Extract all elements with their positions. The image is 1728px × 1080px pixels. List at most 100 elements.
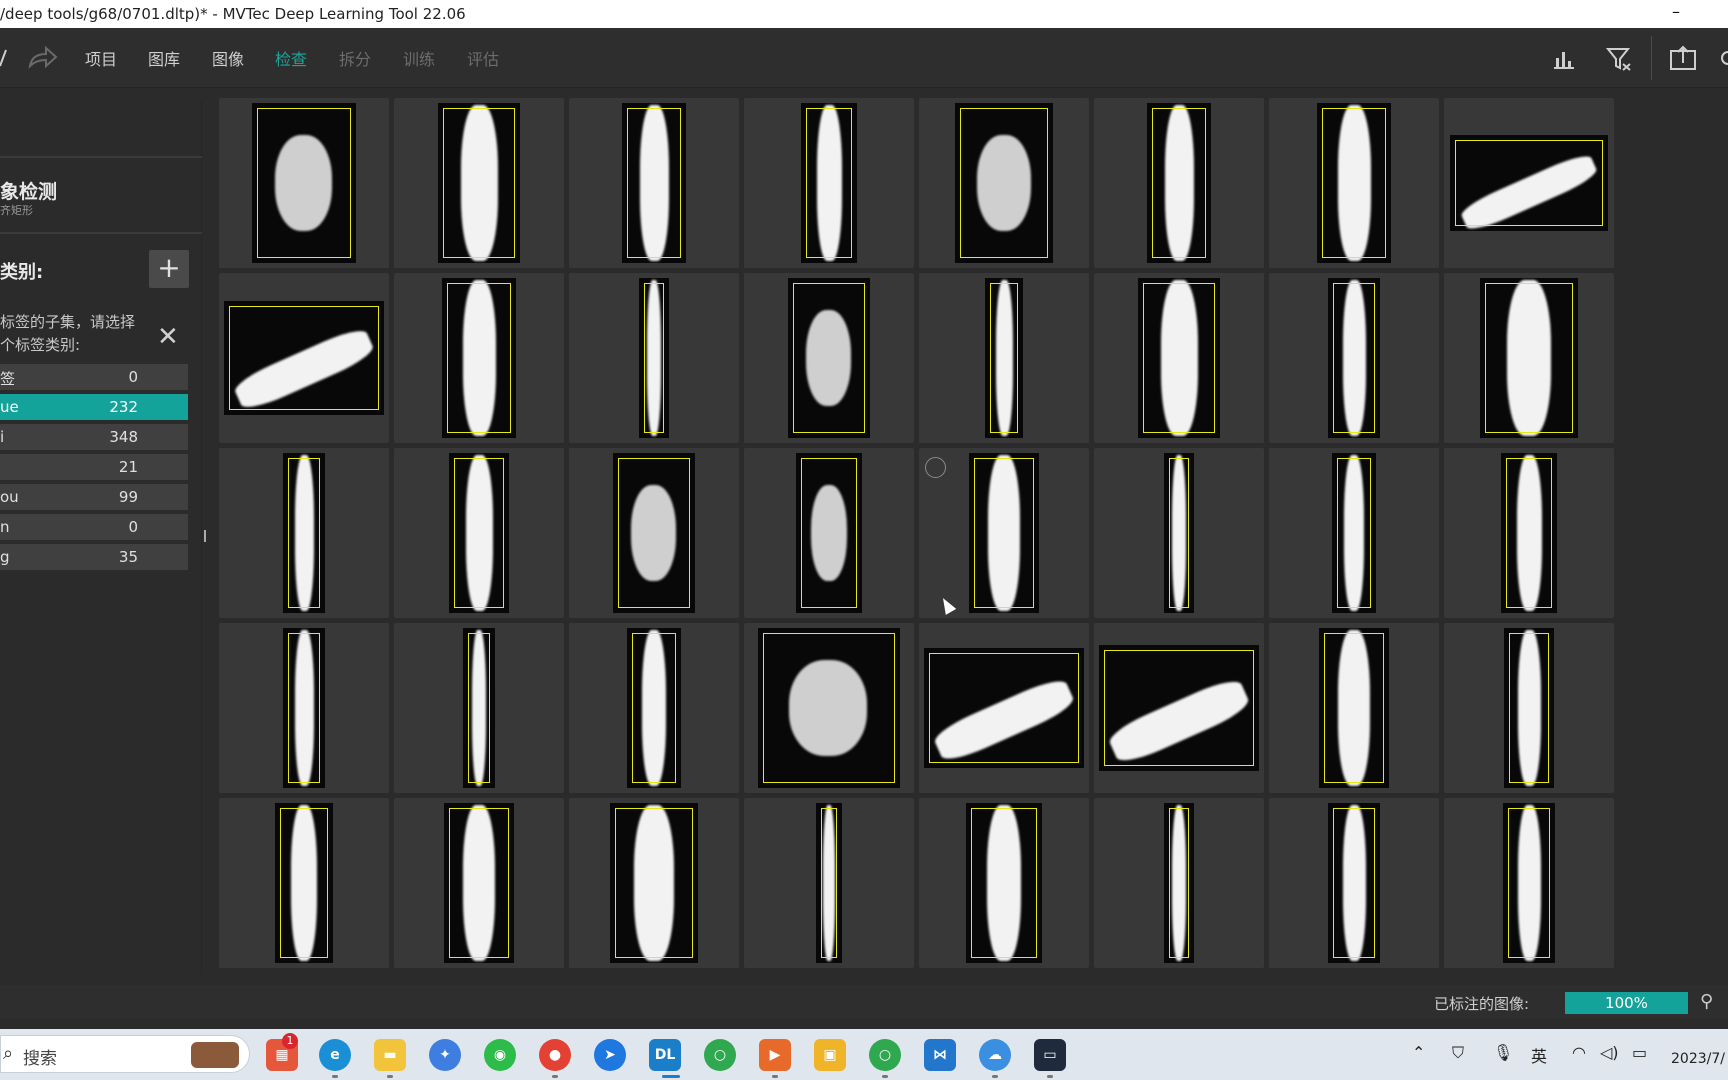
image-thumbnail-cell[interactable] bbox=[394, 448, 564, 618]
image-thumbnail-cell[interactable] bbox=[1094, 273, 1264, 443]
bounding-box bbox=[806, 108, 852, 258]
image-thumbnail-cell[interactable] bbox=[744, 623, 914, 793]
app-hub-icon[interactable]: ✦ bbox=[429, 1039, 461, 1071]
folder-app-icon[interactable]: ▣ bbox=[814, 1039, 846, 1071]
image-thumbnail-cell[interactable] bbox=[569, 98, 739, 268]
image-thumbnail-cell[interactable] bbox=[394, 798, 564, 968]
minimize-button[interactable]: – bbox=[1672, 2, 1680, 21]
image-thumbnail-cell[interactable] bbox=[1444, 273, 1614, 443]
image-thumbnail-cell[interactable] bbox=[1269, 273, 1439, 443]
cloud-app-icon[interactable]: ☁ bbox=[979, 1039, 1011, 1071]
statistics-icon[interactable] bbox=[1553, 48, 1575, 70]
loading-app-icon[interactable]: ○ bbox=[704, 1039, 736, 1071]
edge-browser-icon[interactable]: e bbox=[319, 1039, 351, 1071]
sidebar-separator bbox=[0, 156, 202, 158]
image-thumbnail-cell[interactable] bbox=[919, 623, 1089, 793]
image-thumbnail-cell[interactable] bbox=[219, 273, 389, 443]
tab-inspect[interactable]: 检查 bbox=[275, 46, 307, 70]
class-row[interactable]: 21 bbox=[0, 454, 188, 480]
image-thumbnail-cell[interactable] bbox=[1269, 623, 1439, 793]
image-thumbnail bbox=[1480, 278, 1578, 438]
image-thumbnail bbox=[1147, 103, 1211, 263]
tab-split[interactable]: 拆分 bbox=[339, 46, 371, 70]
image-thumbnail-cell[interactable] bbox=[1269, 448, 1439, 618]
tab-gallery[interactable]: 图库 bbox=[148, 46, 180, 70]
image-thumbnail-cell[interactable] bbox=[219, 798, 389, 968]
image-thumbnail-cell[interactable] bbox=[1094, 798, 1264, 968]
image-thumbnail-cell[interactable] bbox=[1444, 798, 1614, 968]
image-thumbnail-cell[interactable] bbox=[1444, 448, 1614, 618]
image-thumbnail-cell[interactable] bbox=[394, 273, 564, 443]
more-icon[interactable] bbox=[1720, 50, 1728, 70]
method-subtitle: 齐矩形 bbox=[0, 204, 33, 217]
image-thumbnail-cell[interactable] bbox=[219, 448, 389, 618]
image-thumbnail bbox=[283, 628, 325, 788]
image-thumbnail-cell[interactable] bbox=[1094, 623, 1264, 793]
loading-app-icon-2[interactable]: ○ bbox=[869, 1039, 901, 1071]
class-row[interactable]: g 35 bbox=[0, 544, 188, 570]
image-thumbnail-cell[interactable] bbox=[744, 98, 914, 268]
image-thumbnail-cell[interactable] bbox=[1444, 98, 1614, 268]
export-icon[interactable] bbox=[1669, 45, 1697, 71]
taskbar-search[interactable]: ⌕ 搜索 bbox=[0, 1035, 250, 1073]
image-thumbnail-cell[interactable] bbox=[219, 623, 389, 793]
image-thumbnail-cell[interactable] bbox=[919, 798, 1089, 968]
vscode-icon[interactable]: ⋈ bbox=[924, 1039, 956, 1071]
image-thumbnail-cell[interactable] bbox=[569, 623, 739, 793]
tab-image[interactable]: 图像 bbox=[212, 46, 244, 70]
dingtalk-icon[interactable]: ➤ bbox=[594, 1039, 626, 1071]
panel-splitter[interactable] bbox=[204, 530, 206, 542]
os-taskbar: ⌕ 搜索 ▦ 1 e ▬ ✦ ◉ ● ➤ DL ○ ▶ ▣ ○ ⋈ ☁ ▭ ⌃ … bbox=[0, 1029, 1728, 1080]
image-thumbnail-cell[interactable] bbox=[744, 448, 914, 618]
image-thumbnail-cell[interactable] bbox=[919, 448, 1089, 618]
wechat-icon[interactable]: ◉ bbox=[484, 1039, 516, 1071]
image-thumbnail bbox=[1138, 278, 1220, 438]
class-row[interactable]: n0 bbox=[0, 514, 188, 540]
file-explorer-icon[interactable]: ▬ bbox=[374, 1039, 406, 1071]
tab-evaluate[interactable]: 评估 bbox=[467, 46, 499, 70]
ime-indicator[interactable]: 英 bbox=[1531, 1043, 1547, 1067]
deep-learning-tool-icon[interactable]: DL bbox=[649, 1039, 681, 1071]
image-thumbnail-cell[interactable] bbox=[1094, 98, 1264, 268]
camera-app-icon[interactable]: ▭ bbox=[1034, 1039, 1066, 1071]
bounding-box bbox=[1169, 458, 1189, 608]
tab-project[interactable]: 项目 bbox=[85, 46, 117, 70]
class-row[interactable]: ou 99 bbox=[0, 484, 188, 510]
filter-icon[interactable] bbox=[1606, 46, 1632, 72]
image-thumbnail-cell[interactable] bbox=[569, 448, 739, 618]
chevron-up-icon[interactable]: ⌃ bbox=[1412, 1043, 1425, 1062]
notification-icon[interactable]: ⚲ bbox=[1700, 991, 1713, 1012]
chrome-icon[interactable]: ● bbox=[539, 1039, 571, 1071]
wifi-icon[interactable]: ◠ bbox=[1572, 1043, 1586, 1062]
image-thumbnail-cell[interactable] bbox=[1269, 798, 1439, 968]
image-grid[interactable] bbox=[219, 98, 1615, 970]
image-thumbnail-cell[interactable] bbox=[569, 273, 739, 443]
add-class-button[interactable]: + bbox=[149, 250, 189, 288]
class-row[interactable]: 签0 bbox=[0, 364, 188, 390]
close-icon[interactable]: ✕ bbox=[157, 324, 183, 350]
class-row-selected[interactable]: ue 232 bbox=[0, 394, 188, 420]
image-thumbnail-cell[interactable] bbox=[219, 98, 389, 268]
image-thumbnail-cell[interactable] bbox=[1269, 98, 1439, 268]
redo-icon[interactable] bbox=[28, 44, 58, 70]
image-thumbnail-cell[interactable] bbox=[394, 98, 564, 268]
volume-icon[interactable]: ◁) bbox=[1600, 1043, 1619, 1062]
tab-train[interactable]: 训练 bbox=[403, 46, 435, 70]
undo-icon[interactable] bbox=[0, 46, 8, 68]
image-thumbnail-cell[interactable] bbox=[1094, 448, 1264, 618]
image-thumbnail-cell[interactable] bbox=[919, 98, 1089, 268]
select-radio[interactable] bbox=[925, 457, 946, 478]
image-thumbnail-cell[interactable] bbox=[744, 798, 914, 968]
image-thumbnail-cell[interactable] bbox=[569, 798, 739, 968]
image-thumbnail-cell[interactable] bbox=[744, 273, 914, 443]
security-shield-icon[interactable]: ⛉ bbox=[1452, 1043, 1464, 1063]
media-player-icon[interactable]: ▶ bbox=[759, 1039, 791, 1071]
image-thumbnail-cell[interactable] bbox=[1444, 623, 1614, 793]
image-thumbnail-cell[interactable] bbox=[919, 273, 1089, 443]
class-count: 99 bbox=[118, 488, 138, 506]
battery-icon[interactable]: ▭ bbox=[1632, 1043, 1647, 1062]
microphone-icon[interactable]: 🎙 bbox=[1493, 1043, 1513, 1062]
image-thumbnail-cell[interactable] bbox=[394, 623, 564, 793]
class-row[interactable]: i 348 bbox=[0, 424, 188, 450]
image-thumbnail bbox=[1504, 628, 1554, 788]
